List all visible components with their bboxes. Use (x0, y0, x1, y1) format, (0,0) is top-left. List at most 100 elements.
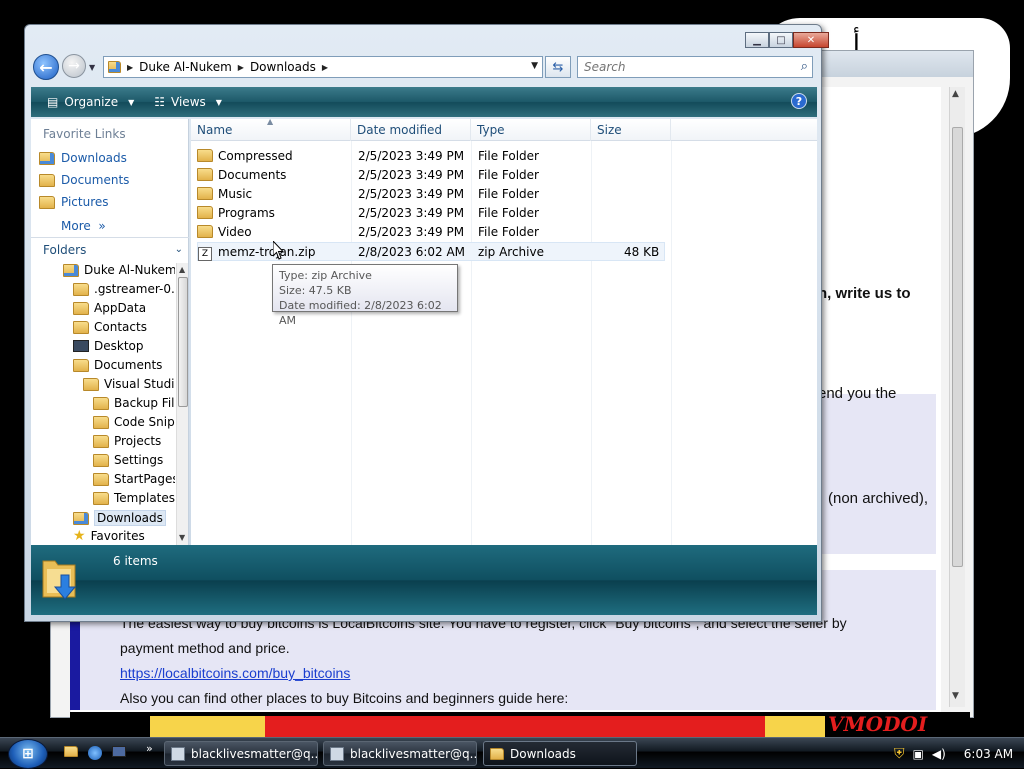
favorite-link-documents[interactable]: Documents (39, 173, 129, 187)
quick-launch-explorer-icon[interactable] (64, 746, 80, 760)
file-row-documents[interactable]: Documents 2/5/2023 3:49 PM File Folder (197, 166, 665, 185)
tree-item-label: Code Snippets (114, 415, 175, 429)
column-headers: Name ▲ Date modified Type Size (191, 117, 817, 141)
file-date: 2/5/2023 3:49 PM (358, 168, 465, 182)
file-type: File Folder (478, 187, 539, 201)
file-row-memz-trojan[interactable]: Z memz-trojan.zip 2/8/2023 6:02 AM zip A… (197, 242, 665, 261)
views-button[interactable]: ☷ Views ▼ (146, 92, 230, 112)
quick-launch-browser-icon[interactable] (88, 746, 104, 760)
folder-icon (73, 282, 89, 296)
more-links-button[interactable]: More » (61, 219, 106, 233)
views-label: Views (171, 95, 206, 109)
refresh-button[interactable]: ⇆ (545, 56, 571, 78)
tooltip-modified: Date modified: 2/8/2023 6:02 AM (279, 299, 442, 327)
forward-button[interactable]: → (62, 54, 86, 78)
tree-item-label: Favorites (90, 529, 145, 543)
tree-item-contacts[interactable]: Contacts (73, 320, 147, 334)
breadcrumb-item-downloads[interactable]: Downloads (250, 60, 316, 74)
search-box[interactable]: ⌕ (577, 56, 813, 78)
localbitcoins-link[interactable]: https://localbitcoins.com/buy_bitcoins (120, 665, 350, 681)
tree-item-visual-studio[interactable]: Visual Studio (83, 377, 175, 391)
quick-launch-desktop-icon[interactable] (112, 746, 128, 760)
tree-item-appdata[interactable]: AppData (73, 301, 146, 315)
desktop-icon (73, 340, 89, 352)
security-shield-icon[interactable]: ⛨ (894, 746, 905, 762)
file-size: 48 KB (624, 245, 660, 259)
breadcrumb-separator-icon[interactable]: ▶ (238, 63, 244, 72)
file-row-compressed[interactable]: Compressed 2/5/2023 3:49 PM File Folder (197, 147, 665, 166)
tree-item-desktop[interactable]: Desktop (73, 339, 144, 353)
folders-header[interactable]: Folders ⌄ (31, 237, 189, 261)
file-row-video[interactable]: Video 2/5/2023 3:49 PM File Folder (197, 223, 665, 242)
column-header-name[interactable]: Name ▲ (191, 117, 351, 141)
folder-tree-scrollbar[interactable]: ▲ ▼ (176, 263, 188, 545)
clock[interactable]: 6:03 AM (964, 747, 1013, 761)
quick-launch-more-icon[interactable]: » (146, 742, 153, 755)
tooltip-size: Size: 47.5 KB (279, 284, 352, 297)
scrollbar-thumb[interactable] (178, 277, 188, 407)
file-name: Video (218, 225, 252, 239)
favorite-link-downloads[interactable]: Downloads (39, 151, 127, 165)
organize-button[interactable]: ▤ Organize ▼ (39, 92, 142, 112)
column-header-size[interactable]: Size (591, 119, 671, 141)
start-button[interactable]: ⊞ (8, 739, 48, 769)
folder-icon (93, 396, 109, 410)
file-info-tooltip: Type: zip Archive Size: 47.5 KB Date mod… (272, 264, 458, 327)
tree-item-downloads[interactable]: Downloads (73, 510, 166, 526)
tree-item-label: Templates (114, 491, 175, 505)
scroll-down-arrow-icon[interactable]: ▼ (179, 533, 185, 542)
background-scrollbar[interactable]: ▲ ▼ (949, 87, 965, 707)
folder-icon (197, 168, 213, 184)
folder-icon (197, 206, 213, 222)
minimize-button[interactable]: ▁ (745, 32, 769, 48)
tree-item-favorites[interactable]: ★ Favorites (73, 529, 145, 543)
tree-item-documents[interactable]: Documents (73, 358, 162, 372)
details-pane: 6 items (31, 545, 817, 615)
tree-item-templates[interactable]: Templates (93, 491, 175, 505)
search-input[interactable] (578, 57, 788, 77)
folder-icon (197, 149, 213, 165)
breadcrumb-separator-icon[interactable]: ▶ (322, 63, 328, 72)
scroll-up-arrow-icon[interactable]: ▲ (179, 265, 185, 274)
column-header-date-modified[interactable]: Date modified (351, 119, 471, 141)
tree-item-label: Projects (114, 434, 162, 448)
file-type: zip Archive (478, 245, 544, 259)
favorite-link-pictures[interactable]: Pictures (39, 195, 109, 209)
breadcrumb-separator-icon[interactable]: ▶ (127, 63, 133, 72)
help-icon[interactable]: ? (791, 93, 807, 109)
breadcrumb-item-user[interactable]: Duke Al-Nukem (139, 60, 232, 74)
scroll-down-arrow-icon[interactable]: ▼ (952, 691, 959, 701)
volume-icon[interactable]: ◀) (932, 747, 946, 761)
column-header-type[interactable]: Type (471, 119, 591, 141)
address-dropdown-icon[interactable]: ▼ (531, 61, 538, 71)
folder-tree: Duke Al-Nukem .gstreamer-0.10 AppData Co… (31, 263, 175, 545)
scroll-up-arrow-icon[interactable]: ▲ (952, 89, 959, 99)
tree-item-code-snippets[interactable]: Code Snippets (93, 415, 175, 429)
file-row-programs[interactable]: Programs 2/5/2023 3:49 PM File Folder (197, 204, 665, 223)
tree-item-settings[interactable]: Settings (93, 453, 163, 467)
scrollbar-thumb[interactable] (952, 127, 963, 567)
taskbar-button-downloads[interactable]: Downloads (483, 741, 637, 766)
column-header-label: Name (197, 123, 233, 137)
tree-item-backup-files[interactable]: Backup Files (93, 396, 175, 410)
tree-item-gstreamer[interactable]: .gstreamer-0.10 (73, 282, 175, 296)
tree-item-label: StartPages (114, 472, 175, 486)
tree-item-startpages[interactable]: StartPages (93, 472, 175, 486)
organize-dropdown-icon: ▼ (128, 97, 135, 107)
banner-image-right (765, 716, 825, 738)
views-icon: ☷ (154, 95, 166, 109)
search-icon[interactable]: ⌕ (801, 59, 808, 74)
file-row-music[interactable]: Music 2/5/2023 3:49 PM File Folder (197, 185, 665, 204)
close-button[interactable]: ✕ (793, 32, 829, 48)
tree-item-duke-al-nukem[interactable]: Duke Al-Nukem (63, 263, 175, 277)
tree-item-projects[interactable]: Projects (93, 434, 161, 448)
back-button[interactable]: ← (33, 54, 59, 80)
maximize-button[interactable]: □ (769, 32, 793, 48)
network-icon[interactable]: ▣ (913, 747, 924, 761)
recent-pages-dropdown-icon[interactable]: ▼ (89, 63, 95, 72)
taskbar-button-browser-1[interactable]: blacklivesmatter@q... (164, 741, 318, 766)
organize-label: Organize (64, 95, 119, 109)
address-bar[interactable]: ▶ Duke Al-Nukem ▶ Downloads ▶ ▼ (103, 56, 543, 78)
address-folder-icon (108, 61, 121, 73)
taskbar-button-browser-2[interactable]: blacklivesmatter@q... (323, 741, 477, 766)
